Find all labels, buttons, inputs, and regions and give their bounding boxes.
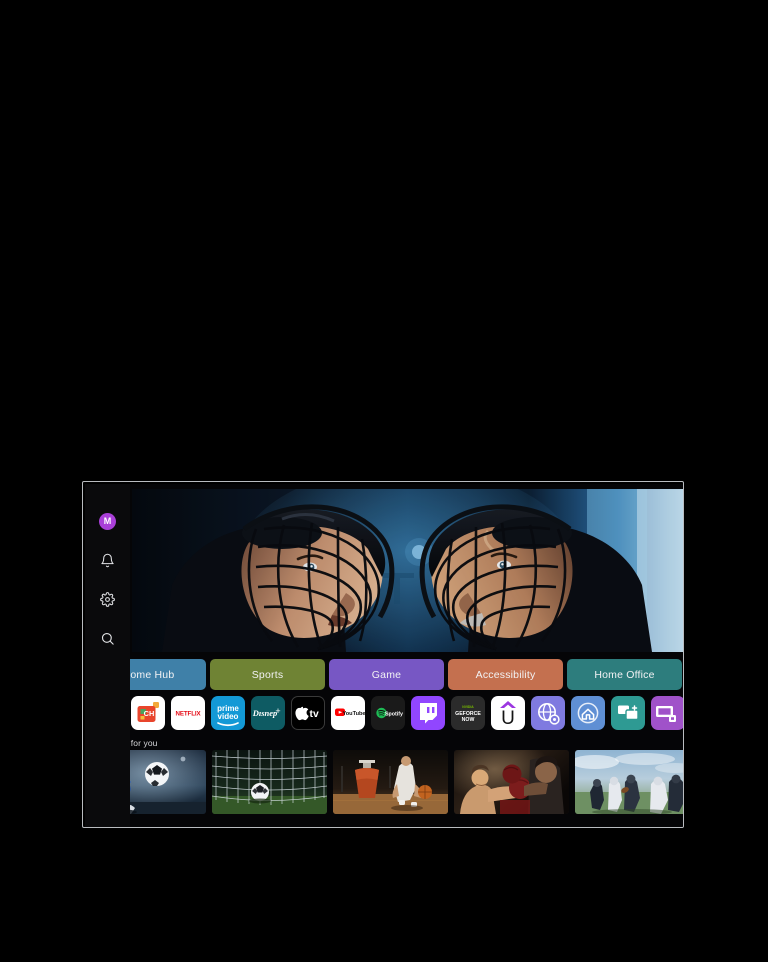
profile-avatar[interactable]: M [96,509,120,533]
workspace-monitor-icon [656,706,676,722]
bell-icon[interactable] [96,548,120,572]
app-u[interactable]: U [491,696,525,730]
gear-icon[interactable] [96,587,120,611]
app-spotify[interactable]: Spotify [371,696,405,730]
tab-label: Home Hub [122,668,175,681]
u-app-logo-icon: U [500,701,516,729]
spotify-logo-icon: Spotify [376,707,403,719]
tab-label: Game [371,668,402,681]
category-tab-bar: Home Hub Sports Game Accessibility Home … [91,659,683,690]
app-apple-tv[interactable]: tv [291,696,325,730]
tab-label: Home Office [594,668,655,681]
tab-accessibility[interactable]: Accessibility [448,659,563,690]
svg-text:YouTube: YouTube [342,711,365,717]
svg-text:NVIDIA: NVIDIA [462,705,474,709]
tab-sports[interactable]: Sports [210,659,325,690]
content-card-boxing[interactable] [454,750,569,814]
tab-game[interactable]: Game [329,659,444,690]
boxing-thumbnail [454,750,569,814]
channels-icon: CH [137,702,159,722]
svg-text:Spotify: Spotify [385,711,403,717]
svg-text:NOW: NOW [462,717,475,723]
tv-device-frame: M Home Hub Sports Game Accessibility Hom… [82,481,684,828]
svg-text:U: U [501,708,515,729]
svg-text:tv: tv [310,709,319,720]
app-shortcut-row: APPS CH NETFLIX prime [91,696,683,730]
app-internet[interactable] [531,696,565,730]
search-icon[interactable] [96,626,120,650]
svg-text:+: + [275,706,280,716]
tab-label: Accessibility [475,668,536,681]
tab-home-office[interactable]: Home Office [567,659,682,690]
content-card-football[interactable] [575,750,683,814]
hero-banner[interactable] [132,489,683,652]
svg-text:NETFLIX: NETFLIX [175,710,201,717]
app-smartthings[interactable] [571,696,605,730]
app-geforce-now[interactable]: NVIDIA GEFORCE NOW [451,696,485,730]
svg-text:Dısnep: Dısnep [252,708,278,718]
prime-video-logo-icon: prime video [217,704,239,727]
svg-text:CH: CH [144,709,155,718]
soccer-goal-thumbnail [212,750,327,814]
profile-avatar-initial: M [99,512,116,530]
apple-tv-logo-icon: tv [295,706,319,720]
tab-label: Sports [251,668,284,681]
tv-screen: M Home Hub Sports Game Accessibility Hom… [85,484,683,827]
smartthings-home-icon [577,702,599,724]
sidebar: M [85,484,130,827]
top-picks-row [91,750,683,824]
geforce-now-logo-icon: NVIDIA GEFORCE NOW [455,705,481,723]
app-channels[interactable]: CH [131,696,165,730]
app-twitch[interactable] [411,696,445,730]
app-workspace[interactable] [651,696,683,730]
netflix-logo-icon: NETFLIX [175,710,201,717]
app-netflix[interactable]: NETFLIX [171,696,205,730]
svg-text:video: video [218,712,239,721]
app-multi-view[interactable] [611,696,645,730]
football-thumbnail [575,750,683,814]
app-disney-plus[interactable]: Dısnep + [251,696,285,730]
content-card-soccer-goal[interactable] [212,750,327,814]
internet-globe-icon [538,703,560,725]
disney-plus-logo-icon: Dısnep + [252,706,281,718]
hero-illustration [132,489,683,652]
basketball-thumbnail [333,750,448,814]
app-youtube[interactable]: YouTube [331,696,365,730]
twitch-logo-icon [420,703,437,724]
youtube-logo-icon: YouTube [335,708,365,717]
app-prime-video[interactable]: prime video [211,696,245,730]
multi-view-icon [618,705,639,721]
content-card-basketball[interactable] [333,750,448,814]
